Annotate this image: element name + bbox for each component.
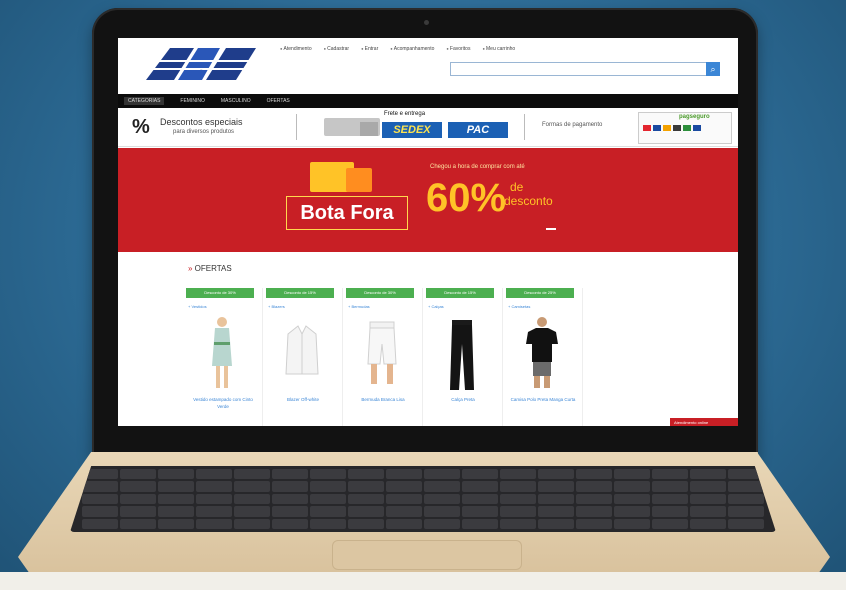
product-name[interactable]: Blazer Off-white [268,396,338,403]
menu-ofertas[interactable]: OFERTAS [267,98,290,104]
banner-percent: 60% [426,176,507,220]
offers-section: OFERTAS Desconto de 30% + Vestidos Vesti… [118,252,738,426]
category-link[interactable]: + Bermudas [348,304,370,309]
bota-fora-title: Bota Fora [286,196,408,230]
discount-subtitle: para diversos produtos [173,129,235,135]
discount-badge: Desconto de 30% [186,288,254,298]
search-button[interactable]: ⌕ [706,62,720,76]
card-icons [643,125,701,131]
top-nav-entrar[interactable]: Entrar [361,46,379,52]
category-menubar: CATEGORIAS FEMININO MASCULINO OFERTAS [118,94,738,108]
banner-desconto: desconto [504,194,553,208]
table-surface [0,572,846,590]
divider [296,114,297,140]
acm-logo[interactable]: ACM [140,46,260,82]
browser-screen: ACM Atendimento Cadastrar Entrar Acompan… [118,38,738,426]
card-icon [693,125,701,131]
pants-icon[interactable] [440,314,484,392]
top-nav: Atendimento Cadastrar Entrar Acompanhame… [280,46,516,52]
bota-fora-banner[interactable]: Bota Fora Chegou a hora de comprar com a… [118,148,738,252]
product-card[interactable]: Desconto de 15% + Calças Calça Preta [424,288,503,426]
product-card[interactable]: Desconto de 30% + Vestidos Vestido estam… [184,288,263,426]
card-icon [663,125,671,131]
category-link[interactable]: + Camisetas [508,304,530,309]
shirt-icon[interactable] [520,314,564,392]
discount-badge: Desconto de 30% [346,288,414,298]
pac-logo: PAC [448,122,508,138]
search-icon: ⌕ [710,64,716,74]
trackpad [332,540,522,570]
category-link[interactable]: + Blazers [268,304,285,309]
info-bar: % Descontos especiais para diversos prod… [118,108,738,147]
shopping-bags-icon [310,156,380,192]
top-nav-carrinho[interactable]: Meu carrinho [482,46,515,52]
product-card[interactable]: Desconto de 15% + Blazers Blazer Off-whi… [264,288,343,426]
card-icon [673,125,681,131]
category-dropdown[interactable]: CATEGORIAS [124,97,165,105]
top-nav-cadastrar[interactable]: Cadastrar [324,46,349,52]
discount-badge: Desconto de 15% [426,288,494,298]
payment-label: Formas de pagamento [542,122,603,128]
banner-pager[interactable] [546,228,556,230]
card-icon [683,125,691,131]
divider [524,114,525,140]
product-name[interactable]: Bermuda Branca Lisa [348,396,418,403]
truck-icon [324,118,380,136]
pagseguro-badge[interactable]: pagseguro [638,112,732,144]
blazer-icon[interactable] [280,314,324,392]
top-nav-atendimento[interactable]: Atendimento [280,46,312,52]
shorts-icon[interactable] [360,314,404,392]
keyboard [70,466,776,532]
discount-badge: Desconto de 25% [506,288,574,298]
discount-title: Descontos especiais [160,117,243,127]
menu-masculino[interactable]: MASCULINO [221,98,251,104]
card-icon [643,125,651,131]
section-title: OFERTAS [188,264,232,273]
site-header: ACM Atendimento Cadastrar Entrar Acompan… [118,38,738,90]
camera-icon [424,20,429,25]
chat-button[interactable]: Atendimento online [670,418,738,426]
discount-badge: Desconto de 15% [266,288,334,298]
banner-tagline: Chegou a hora de comprar com até [430,164,525,170]
frete-label: Frete e entrega [384,111,426,117]
sedex-logo: SEDEX [382,122,442,138]
banner-de: de [510,180,524,194]
category-link[interactable]: + Calças [428,304,444,309]
menu-feminino[interactable]: FEMININO [180,98,204,104]
top-nav-favoritos[interactable]: Favoritos [446,46,471,52]
card-icon [653,125,661,131]
product-name[interactable]: Camisa Polo Preta Manga Curta [508,396,578,403]
category-link[interactable]: + Vestidos [188,304,207,309]
product-card[interactable]: Desconto de 30% + Bermudas Bermuda Branc… [344,288,423,426]
pagseguro-label: pagseguro [679,114,710,120]
search-input[interactable] [450,62,720,76]
top-nav-acompanhamento[interactable]: Acompanhamento [390,46,435,52]
dress-icon[interactable] [200,314,244,392]
product-name[interactable]: Calça Preta [428,396,498,403]
product-name[interactable]: Vestido estampado com Cinto Verde [188,396,258,410]
percent-icon: % [132,116,150,138]
product-card[interactable]: Desconto de 25% + Camisetas Camisa Polo … [504,288,583,426]
